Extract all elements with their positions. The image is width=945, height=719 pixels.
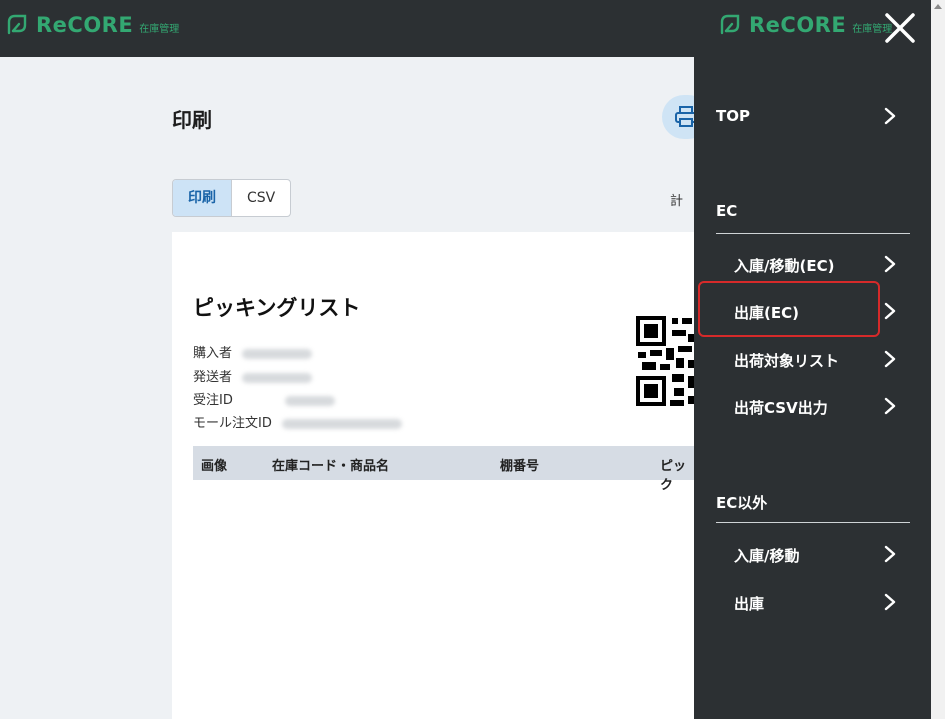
top-bar: ReCORE 在庫管理 ReCORE 在庫管理 [0,0,945,57]
side-menu: TOP EC 入庫/移動(EC) 出庫(EC) 出荷対象リスト 出荷CSV出力 … [694,57,931,719]
field-label: 購入者 [193,346,233,361]
logo-wordmark: ReCORE [749,13,847,37]
chevron-right-icon [884,350,896,368]
section-title-ec: EC [716,202,738,220]
page-title: 印刷 [172,108,212,132]
column-header-stock-code: 在庫コード・商品名 [272,459,390,474]
chevron-right-icon [884,255,896,273]
column-header-image: 画像 [201,459,228,474]
table-header: 画像 在庫コード・商品名 棚番号 ピック [193,446,698,493]
menu-item-label: 出荷CSV出力 [734,399,828,417]
chevron-right-icon [884,397,896,415]
close-icon [885,13,915,43]
chevron-right-icon [884,545,896,563]
logo-wordmark: ReCORE [36,13,134,37]
redacted-value [242,348,313,359]
column-header-shelf: 棚番号 [500,459,540,474]
recore-logo-icon [720,14,740,35]
vertical-scrollbar[interactable] [931,0,945,719]
close-menu-button[interactable] [880,8,920,48]
tab-print[interactable]: 印刷 [173,180,231,216]
redacted-value [281,418,402,429]
menu-item-top[interactable]: TOP [694,96,931,136]
menu-item-receiving[interactable]: 入庫/移動 [694,534,931,574]
menu-item-label: 入庫/移動(EC) [734,257,835,275]
recore-logo-icon [7,14,27,35]
output-mode-tabs: 印刷 CSV [172,179,292,217]
redacted-value [284,395,335,406]
chevron-right-icon [884,593,896,611]
print-preview-sheet: ピッキングリスト 購入者 発送者 受注ID モール注文ID 画像 在庫コード・商… [172,232,712,719]
qr-code-icon [636,316,696,406]
field-mall-order-id: モール注文ID [193,412,402,431]
menu-item-label: 出荷対象リスト [734,352,840,370]
menu-item-shipping-list[interactable]: 出荷対象リスト [694,339,931,379]
highlight-box-ec-shipping [698,281,880,337]
menu-item-label: 出庫 [734,595,765,613]
field-label: 発送者 [193,370,233,385]
menu-item-ec-receiving[interactable]: 入庫/移動(EC) [694,244,931,284]
redacted-value [242,372,313,383]
logo-subtitle: 在庫管理 [139,23,180,35]
menu-item-shipping[interactable]: 出庫 [694,582,931,622]
column-header-pick: ピック [660,459,687,493]
field-label: モール注文ID [193,416,272,431]
menu-logo[interactable]: ReCORE 在庫管理 [717,10,892,40]
tab-csv[interactable]: CSV [231,180,290,216]
section-divider [716,522,910,523]
scroll-up-icon[interactable] [934,4,942,9]
menu-item-shipping-csv[interactable]: 出荷CSV出力 [694,386,931,426]
chevron-right-icon [884,302,896,320]
menu-item-label: TOP [716,107,750,125]
chevron-right-icon [884,107,896,125]
app-logo[interactable]: ReCORE 在庫管理 [4,10,179,40]
field-label: 受注ID [193,393,233,408]
section-title-non-ec: EC以外 [716,494,768,512]
section-divider [716,233,910,234]
field-sender: 発送者 [193,366,313,385]
field-order-id: 受注ID [193,389,335,408]
total-label: 計 [670,194,684,209]
field-buyer: 購入者 [193,342,313,361]
sheet-title: ピッキングリスト [193,296,361,320]
menu-item-label: 入庫/移動 [734,547,800,565]
